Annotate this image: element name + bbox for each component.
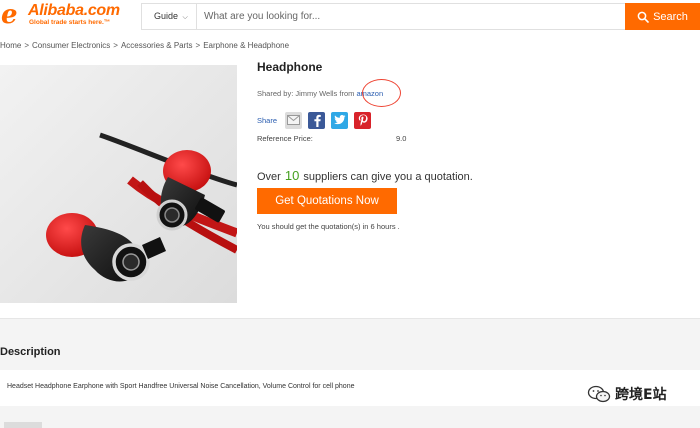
- quotation-note: You should get the quotation(s) in 6 hou…: [257, 222, 400, 231]
- breadcrumb-separator: >: [24, 41, 30, 50]
- search-input[interactable]: [204, 4, 614, 29]
- description-heading: Description: [0, 346, 61, 358]
- description-text: Headset Headphone Earphone with Sport Ha…: [7, 383, 355, 390]
- breadcrumb: Home > Consumer Electronics > Accessories & …: [0, 41, 289, 50]
- share-label[interactable]: Share: [257, 116, 277, 125]
- breadcrumb-home[interactable]: Home: [0, 41, 21, 50]
- product-image[interactable]: [0, 65, 237, 303]
- breadcrumb-separator: >: [113, 41, 118, 50]
- get-quotations-button[interactable]: Get Quotations Now: [257, 188, 397, 214]
- quote-prefix: Over: [257, 171, 284, 183]
- logo-text: Alibaba.com: [28, 2, 120, 19]
- facebook-icon[interactable]: [308, 111, 326, 129]
- twitter-icon[interactable]: [331, 111, 349, 129]
- logo-mark: e: [1, 0, 18, 30]
- search-bar: Guide ⌵: [141, 3, 625, 30]
- breadcrumb-separator: >: [195, 41, 201, 50]
- breadcrumb-consumer-electronics[interactable]: Consumer Electronics: [32, 41, 110, 50]
- supplier-count: 10: [284, 168, 300, 183]
- guide-label: Guide: [154, 11, 179, 21]
- pinterest-icon[interactable]: [354, 111, 372, 129]
- watermark-text: 跨境E站: [615, 387, 667, 403]
- top-header: e Alibaba.com Global trade starts here.™…: [0, 0, 700, 33]
- supplier-quote-line: Over 10 suppliers can give you a quotati…: [257, 168, 473, 183]
- breadcrumb-accessories-parts[interactable]: Accessories & Parts: [121, 41, 193, 50]
- chevron-down-icon: ⌵: [182, 14, 188, 21]
- share-row: Share: [257, 111, 377, 129]
- alibaba-logo[interactable]: e Alibaba.com Global trade starts here.™: [1, 0, 133, 30]
- next-section-edge: [4, 422, 42, 428]
- guide-dropdown[interactable]: Guide ⌵: [142, 4, 197, 29]
- logo-tagline: Global trade starts here.™: [29, 19, 111, 26]
- email-icon[interactable]: [285, 111, 303, 129]
- search-button[interactable]: Search: [625, 3, 700, 30]
- earphone-illustration: [0, 65, 237, 303]
- annotation-circle: [362, 79, 401, 107]
- reference-price-label: Reference Price:: [257, 134, 313, 143]
- shared-by-prefix: Shared by: Jimmy Wells from: [257, 89, 357, 98]
- breadcrumb-earphone-headphone[interactable]: Earphone & Headphone: [203, 41, 289, 50]
- quote-suffix: suppliers can give you a quotation.: [300, 171, 473, 183]
- search-icon: [637, 11, 649, 23]
- reference-price-value: 9.0: [396, 134, 407, 143]
- product-title: Headphone: [257, 60, 323, 74]
- watermark: 跨境E站: [587, 384, 667, 404]
- search-button-label: Search: [653, 10, 688, 23]
- wechat-icon: [587, 385, 611, 403]
